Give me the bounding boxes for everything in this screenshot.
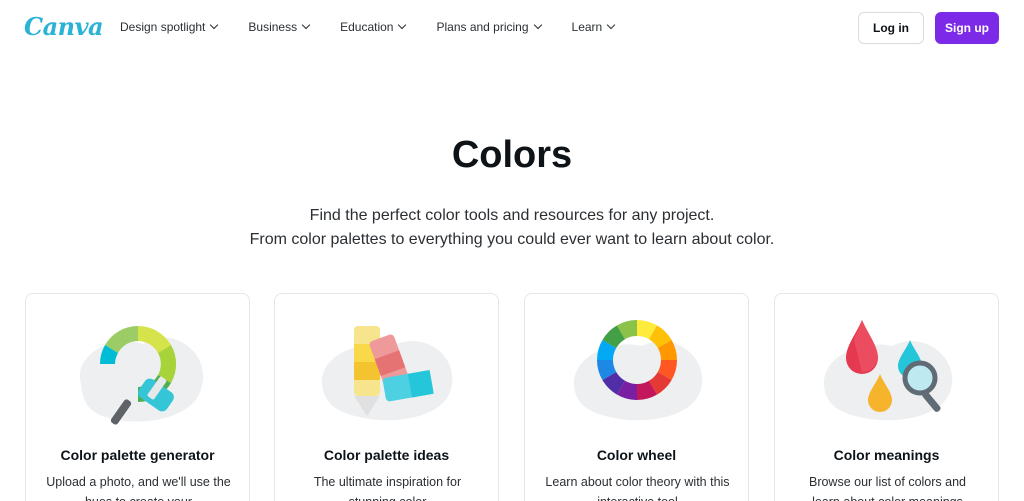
paint-roller-icon — [79, 325, 204, 425]
nav-learn[interactable]: Learn — [571, 20, 616, 34]
nav-label: Learn — [571, 20, 603, 34]
swatches-icon — [321, 326, 453, 421]
nav-business[interactable]: Business — [248, 20, 311, 34]
card-color-meanings[interactable]: Color meanings Browse our list of colors… — [774, 293, 999, 501]
subtitle-line: From color palettes to everything you co… — [249, 231, 775, 248]
card-description: Browse our list of colors and learn abou… — [808, 475, 966, 501]
card-title: Color meanings — [833, 447, 940, 463]
nav-plans-pricing[interactable]: Plans and pricing — [436, 20, 542, 34]
card-description: The ultimate inspiration for stunning co… — [313, 475, 462, 501]
color-wheel-icon — [573, 320, 703, 421]
subtitle-line: Find the perfect color tools and resourc… — [309, 207, 715, 224]
card-title: Color wheel — [596, 447, 677, 463]
card-color-wheel[interactable]: Color wheel Learn about color theory wit… — [524, 293, 749, 501]
chevron-down-icon — [398, 20, 407, 30]
chevron-down-icon — [210, 20, 219, 30]
nav-label: Education — [340, 20, 394, 34]
nav-education[interactable]: Education — [340, 20, 407, 34]
card-description: Upload a photo, and we'll use the hues t… — [46, 475, 231, 501]
signup-button[interactable]: Sign up — [935, 12, 999, 44]
nav-label: Design spotlight — [120, 20, 206, 34]
chevron-down-icon — [533, 20, 542, 30]
nav-design-spotlight[interactable]: Design spotlight — [120, 20, 219, 34]
main-nav: Design spotlight Business Education Plan… — [120, 20, 645, 34]
login-button[interactable]: Log in — [858, 12, 924, 44]
page-subtitle: Find the perfect color tools and resourc… — [0, 204, 1024, 252]
drops-magnifier-icon — [823, 320, 953, 421]
card-description: Learn about color theory with this inter… — [545, 475, 730, 501]
page-title: Colors — [451, 134, 573, 176]
card-color-palette-generator[interactable]: Color palette generator Upload a photo, … — [25, 293, 250, 501]
top-header: Canva Design spotlight Business Educatio… — [0, 0, 1024, 58]
card-color-palette-ideas[interactable]: Color palette ideas The ultimate inspira… — [274, 293, 499, 501]
logo-text: Canva — [24, 12, 104, 41]
card-title: Color palette generator — [60, 447, 215, 463]
nav-label: Plans and pricing — [436, 20, 529, 34]
nav-label: Business — [248, 20, 298, 34]
card-title: Color palette ideas — [323, 447, 450, 463]
chevron-down-icon — [606, 20, 616, 30]
chevron-down-icon — [301, 20, 311, 30]
canva-logo[interactable]: Canva — [24, 12, 104, 41]
